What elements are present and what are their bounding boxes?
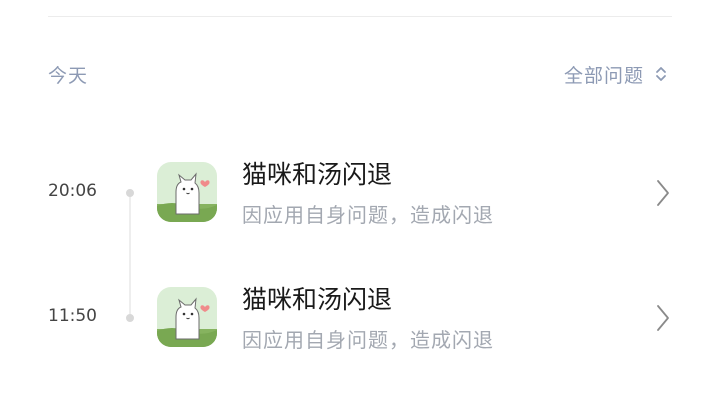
chevron-right-icon	[657, 305, 669, 331]
top-divider	[48, 16, 672, 17]
issue-filter-dropdown[interactable]: 全部问题	[564, 61, 668, 88]
chevron-right-icon	[657, 180, 669, 206]
crash-record-row[interactable]: 11:50 猫咪和汤闪退 因应用自身问题，造成闪退	[0, 272, 720, 362]
issue-filter-label: 全部问题	[563, 64, 644, 87]
cat-app-icon	[157, 287, 217, 347]
app-name: 猫咪和汤闪退	[242, 285, 393, 314]
crash-record-row[interactable]: 20:06 猫咪和汤闪退 因应用自身问题，造成闪退	[0, 147, 720, 237]
cat-app-icon	[157, 162, 217, 222]
record-time: 20:06	[48, 181, 97, 201]
crash-description: 因应用自身问题，造成闪退	[242, 203, 494, 227]
section-date-label: 今天	[48, 64, 89, 87]
crash-description: 因应用自身问题，造成闪退	[242, 328, 494, 352]
record-time: 11:50	[48, 306, 97, 326]
app-name: 猫咪和汤闪退	[242, 160, 393, 189]
timeline-dot	[126, 314, 134, 322]
chevron-updown-icon	[656, 67, 666, 81]
section-header: 今天 全部问题	[48, 58, 668, 90]
timeline-dot	[126, 189, 134, 197]
